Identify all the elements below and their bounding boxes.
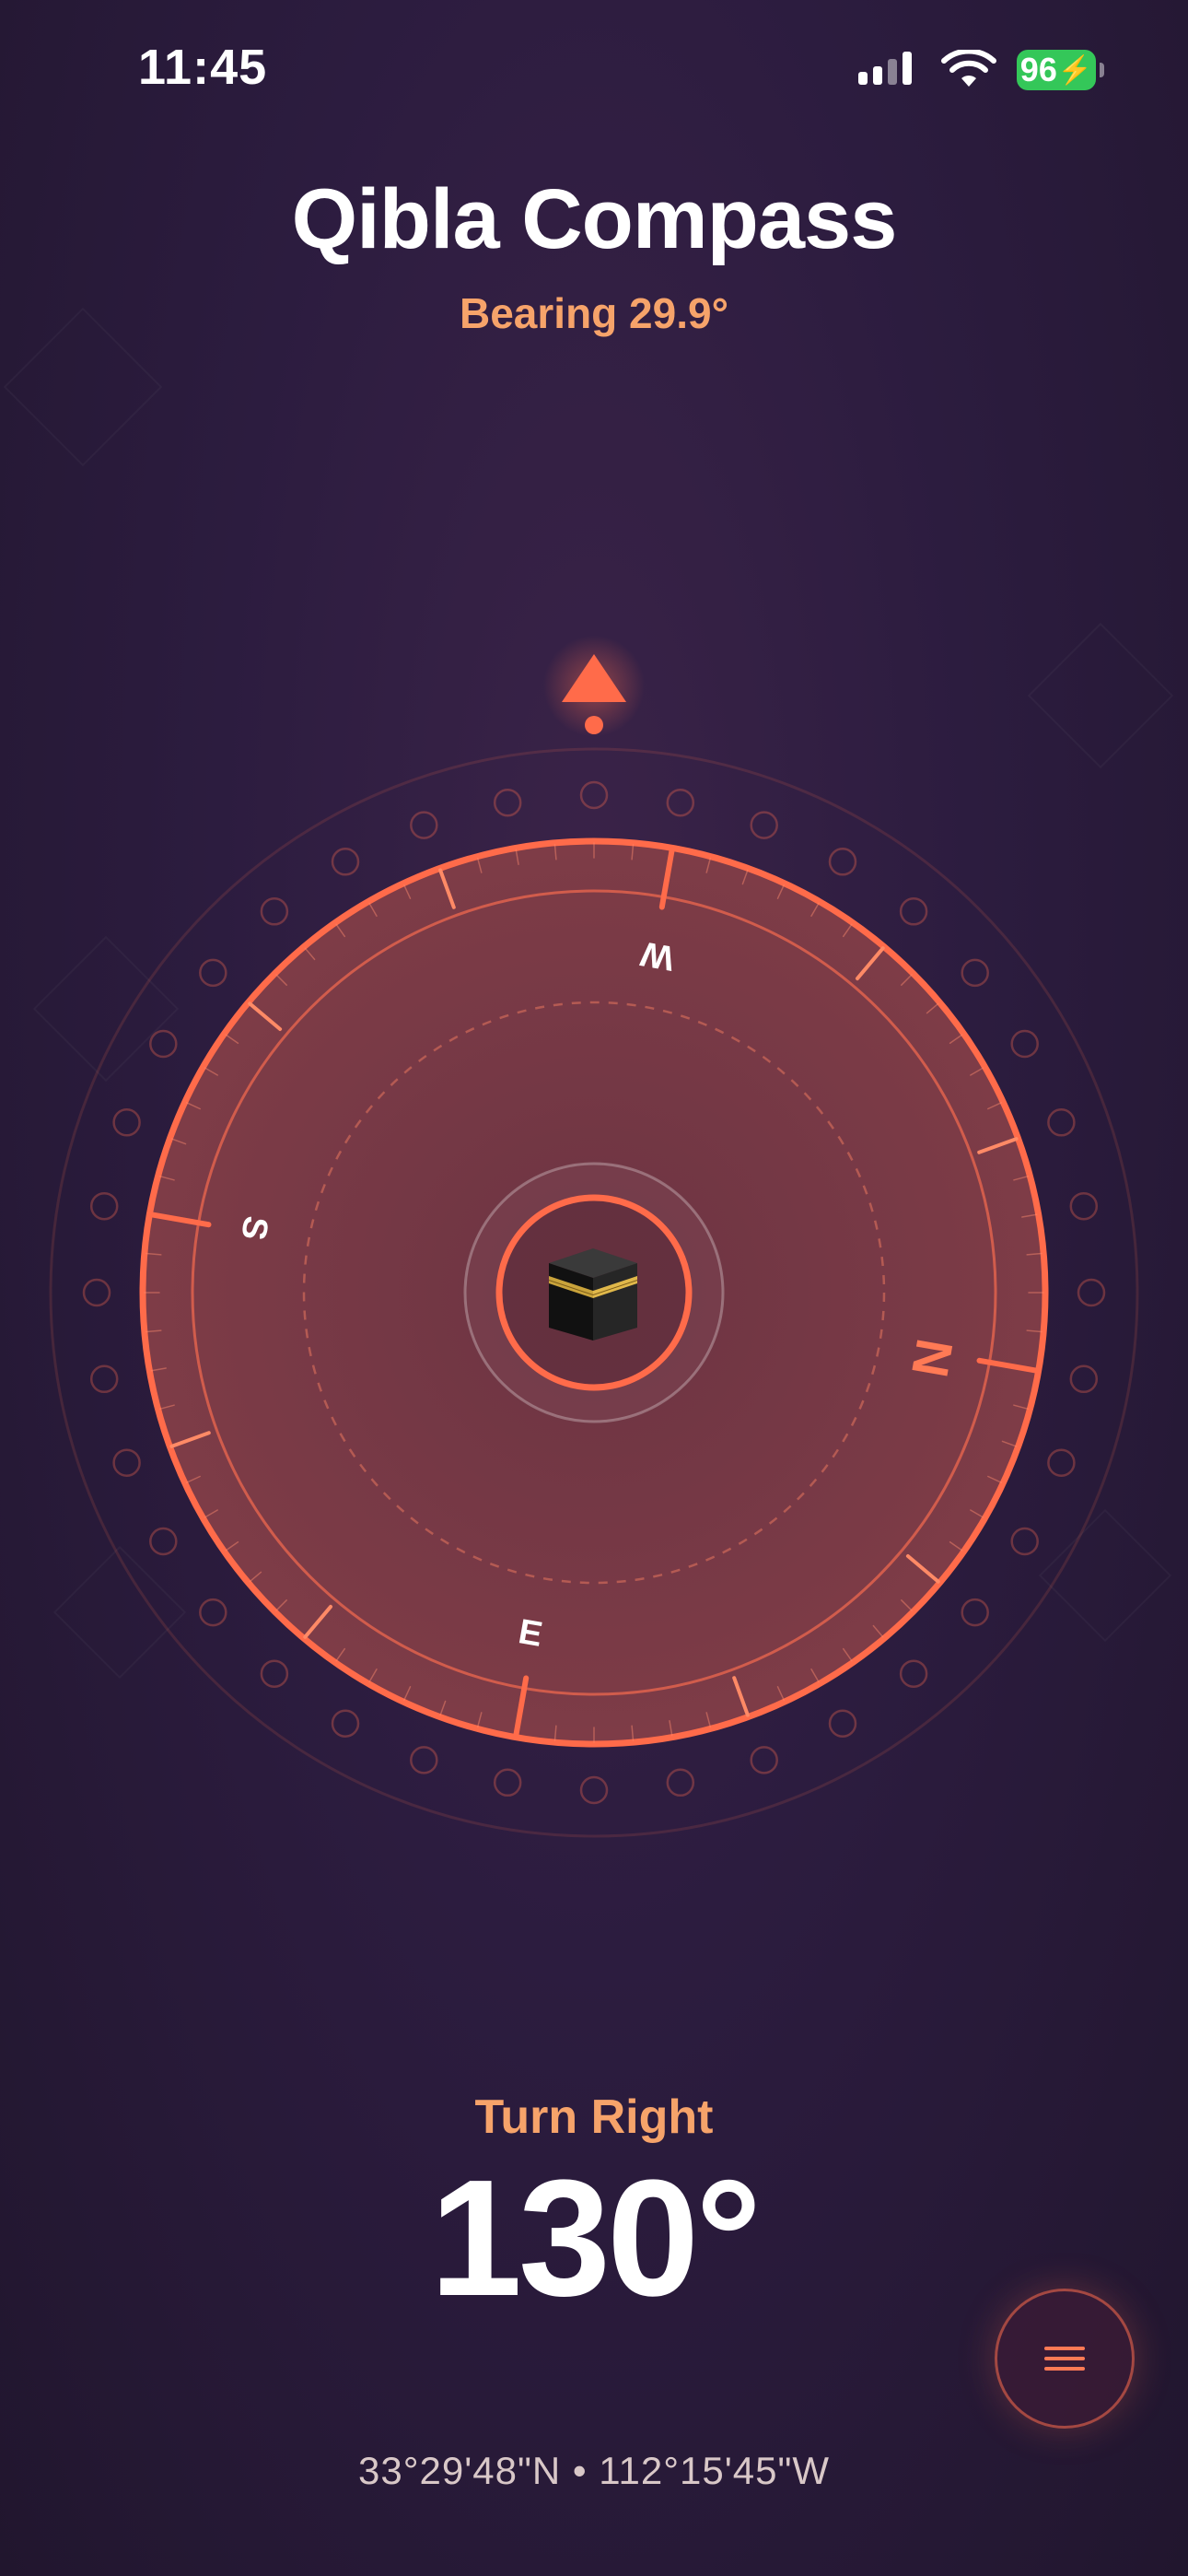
location-coordinates: 33°29'48"N • 112°15'45"W bbox=[357, 2449, 830, 2492]
cardinal-w: W bbox=[638, 933, 678, 978]
menu-button[interactable] bbox=[995, 2289, 1135, 2429]
menu-icon bbox=[1044, 2340, 1085, 2377]
indicator-dot bbox=[585, 716, 603, 734]
turn-direction-label: Turn Right bbox=[474, 2090, 714, 2144]
kaaba-icon bbox=[542, 1241, 645, 1344]
turn-degrees: 130° bbox=[429, 2146, 762, 2331]
